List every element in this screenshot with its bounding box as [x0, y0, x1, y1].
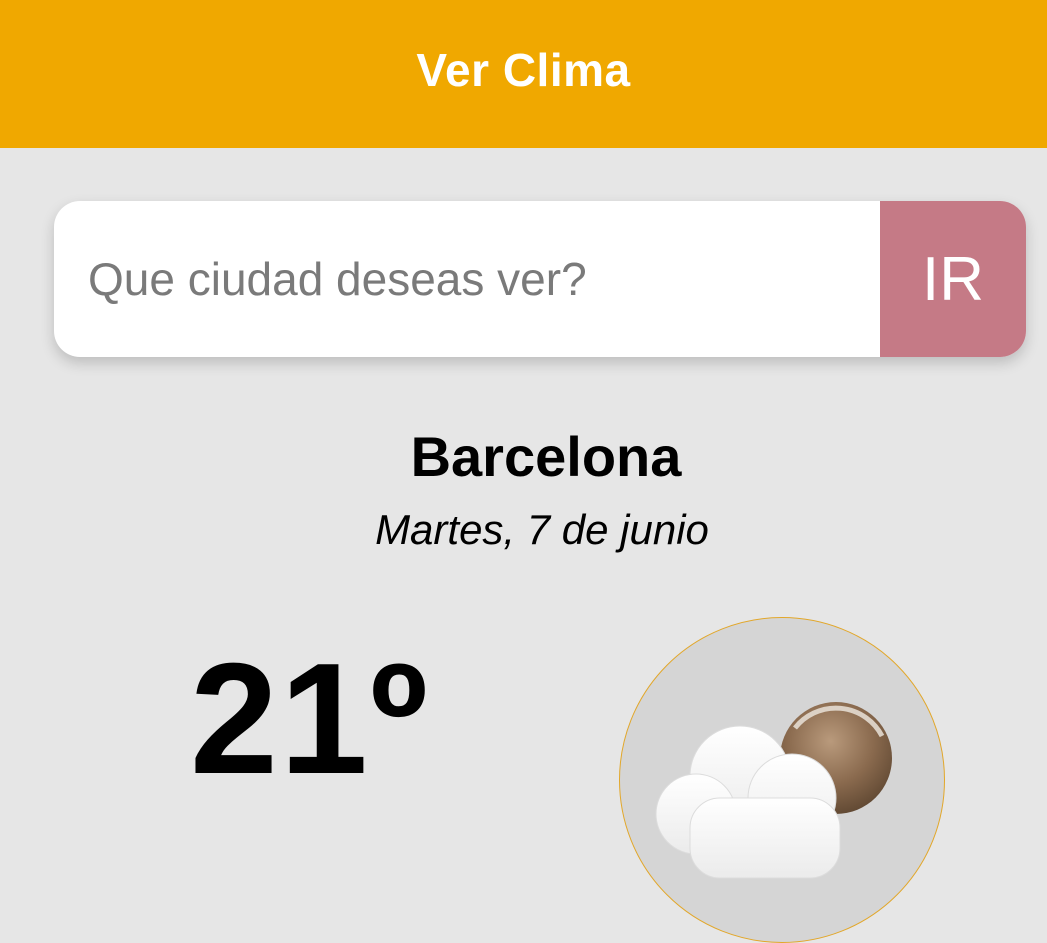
app-title: Ver Clima: [416, 44, 631, 96]
go-button[interactable]: IR: [880, 201, 1026, 357]
weather-icon-container: [619, 617, 945, 943]
search-bar: IR: [54, 201, 1026, 357]
temperature-value: 21º: [190, 631, 430, 807]
date-text: Martes, 7 de junio: [375, 506, 709, 553]
city-search-input[interactable]: [54, 201, 880, 357]
city-name: Barcelona: [410, 425, 682, 488]
partly-cloudy-night-icon: [655, 702, 892, 879]
app-bar: Ver Clima: [0, 0, 1047, 148]
